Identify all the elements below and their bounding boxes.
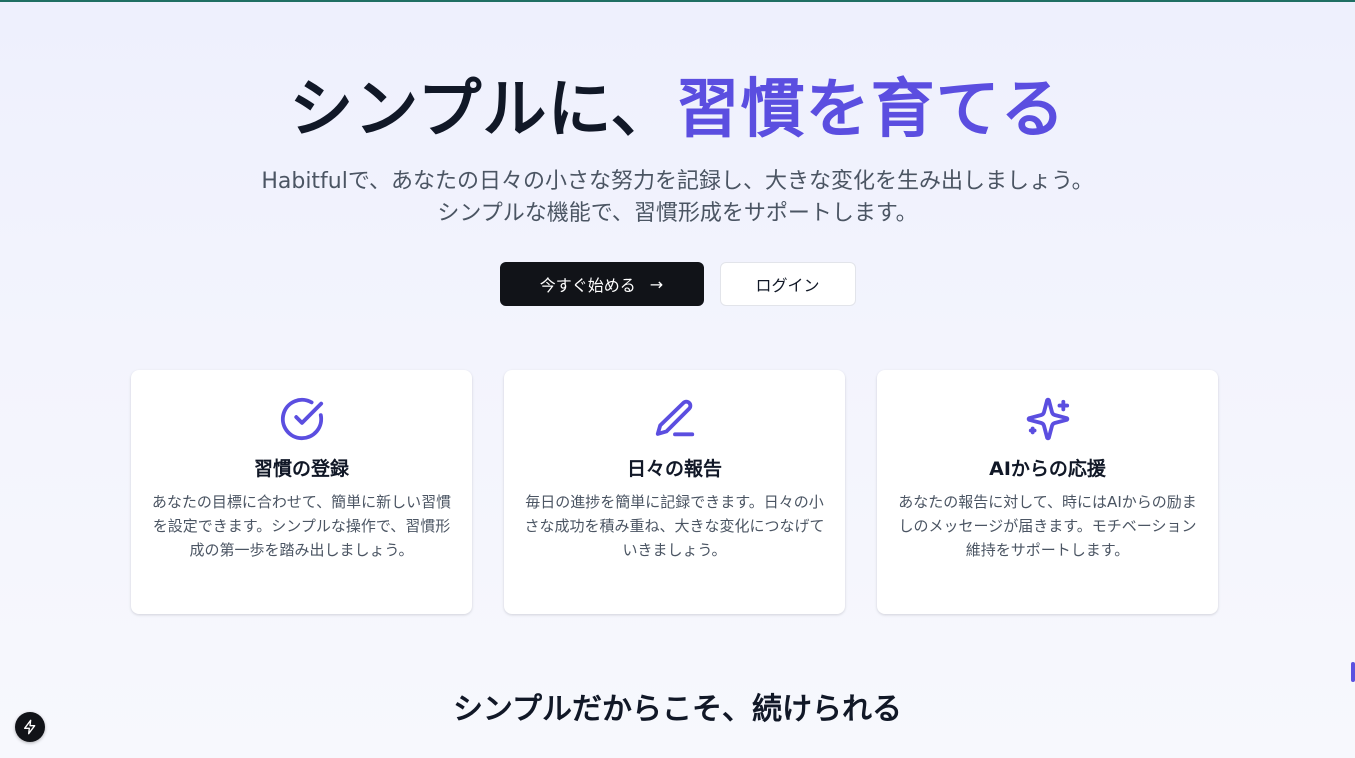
feature-title: AIからの応援 (989, 458, 1106, 480)
feature-description: あなたの報告に対して、時にはAIからの励ましのメッセージが届きます。モチベーショ… (898, 493, 1197, 559)
feature-title: 日々の報告 (626, 458, 722, 480)
pencil-icon (504, 396, 845, 442)
scrollbar-thumb[interactable] (1351, 662, 1355, 682)
feature-card-ai-support: AIからの応援 あなたの報告に対して、時にはAIからの励ましのメッセージが届きま… (877, 370, 1218, 614)
login-button[interactable]: ログイン (719, 262, 856, 306)
feature-description: あなたの目標に合わせて、簡単に新しい習慣を設定できます。シンプルな操作で、習慣形… (151, 493, 452, 559)
arrow-right-icon: → (649, 274, 664, 294)
feature-title: 習慣の登録 (253, 458, 349, 480)
feature-card-habit-register: 習慣の登録 あなたの目標に合わせて、簡単に新しい習慣を設定できます。シンプルな操… (131, 370, 472, 614)
start-now-button[interactable]: 今すぐ始める → (499, 262, 704, 306)
hero-title-main: シンプルに、 (289, 73, 676, 147)
hero-title-accent: 習慣を育てる (675, 73, 1066, 147)
top-accent-bar (0, 0, 1355, 2)
lightning-icon (24, 719, 36, 735)
dev-tools-button[interactable] (15, 712, 45, 742)
features-grid: 習慣の登録 あなたの目標に合わせて、簡単に新しい習慣を設定できます。シンプルな操… (131, 370, 1219, 614)
sparkles-icon (877, 396, 1218, 442)
hero-subtitle-line-2: シンプルな機能で、習慣形成をサポートします。 (437, 201, 918, 226)
start-now-label: 今すぐ始める (539, 276, 636, 295)
cta-row: 今すぐ始める → ログイン (0, 262, 1355, 306)
hero-subtitle-line-1: Habitfulで、あなたの日々の小さな努力を記録し、大きな変化を生み出しましょ… (261, 169, 1094, 194)
check-circle-icon (131, 396, 472, 442)
hero-title: シンプルに、習慣を育てる (0, 70, 1355, 150)
feature-description: 毎日の進捗を簡単に記録できます。日々の小さな成功を積み重ね、大きな変化につなげて… (524, 493, 825, 559)
hero-subtitle: Habitfulで、あなたの日々の小さな努力を記録し、大きな変化を生み出しましょ… (0, 166, 1355, 230)
feature-card-daily-report: 日々の報告 毎日の進捗を簡単に記録できます。日々の小さな成功を積み重ね、大きな変… (504, 370, 845, 614)
scrollbar[interactable] (1351, 2, 1355, 758)
section-title: シンプルだからこそ、続けられる (452, 692, 903, 727)
